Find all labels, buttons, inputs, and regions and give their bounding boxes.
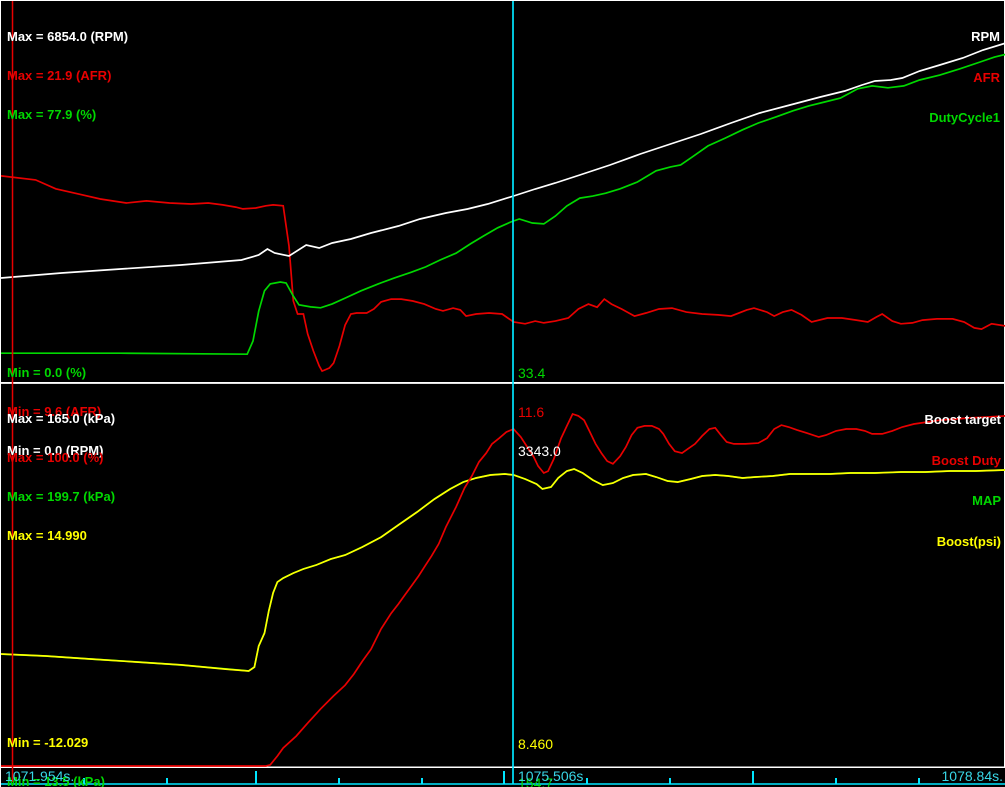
cursor-value-rpm: 3343.0: [518, 443, 561, 459]
time-axis-start-label: 1071.954s.: [5, 768, 75, 784]
top-legend: RPM AFR DutyCycle1: [929, 3, 1000, 152]
time-axis-cursor-label: 1075.506s: [518, 768, 584, 784]
series-line-boost-psi-: [1, 468, 1005, 672]
series-line-dutycycle1: [1, 53, 1005, 356]
max-label: Max = 21.9 (AFR): [7, 68, 112, 83]
max-label: Max = 77.9 (%): [7, 107, 97, 122]
cursor-value-boost-psi: 8.460: [518, 736, 554, 752]
max-label: Max = 165.0 (kPa): [7, 411, 116, 426]
legend-item-boost-psi[interactable]: Boost(psi): [924, 534, 1001, 549]
time-axis-end-label: 1078.84s.: [941, 768, 1004, 784]
time-axis[interactable]: 1071.954s. 1075.506s 1078.84s.: [1, 767, 1005, 787]
bottom-legend: Boost target Boost Duty MAP Boost(psi): [924, 386, 1001, 575]
legend-item-boost-duty[interactable]: Boost Duty: [924, 453, 1001, 468]
cursor-value-dutycycle1: 33.4: [518, 365, 546, 381]
chart-area[interactable]: [1, 1, 1005, 787]
max-label: Max = 14.990: [7, 528, 87, 543]
legend-item-rpm[interactable]: RPM: [929, 30, 1000, 44]
max-label: Max = 6854.0 (RPM): [7, 29, 129, 44]
series-line-rpm: [1, 42, 1005, 279]
max-label: Max = 100.0 (%): [7, 450, 104, 465]
legend-item-afr[interactable]: AFR: [929, 70, 1000, 85]
min-label: Min = 0.0 (%): [7, 365, 87, 380]
top-max-labels: Max = 6854.0 (RPM) Max = 21.9 (AFR) Max …: [7, 4, 128, 147]
legend-item-dutycycle1[interactable]: DutyCycle1: [929, 111, 1000, 125]
bottom-max-labels: Max = 165.0 (kPa) Max = 100.0 (%) Max = …: [7, 386, 115, 568]
min-label: Min = -12.029: [7, 735, 89, 750]
top-cursor-values: 33.4 11.6 3343.0: [518, 341, 561, 484]
log-viewer-window: Max = 6854.0 (RPM) Max = 21.9 (AFR) Max …: [0, 0, 1005, 787]
series-line-map: [1, 468, 1005, 672]
series-line-boost-duty: [1, 412, 1005, 767]
cursor-value-afr: 11.6: [518, 404, 545, 420]
legend-item-map[interactable]: MAP: [924, 494, 1001, 508]
max-label: Max = 199.7 (kPa): [7, 489, 116, 504]
legend-item-boost-target[interactable]: Boost target: [924, 413, 1001, 427]
series-line-afr: [1, 175, 1005, 373]
